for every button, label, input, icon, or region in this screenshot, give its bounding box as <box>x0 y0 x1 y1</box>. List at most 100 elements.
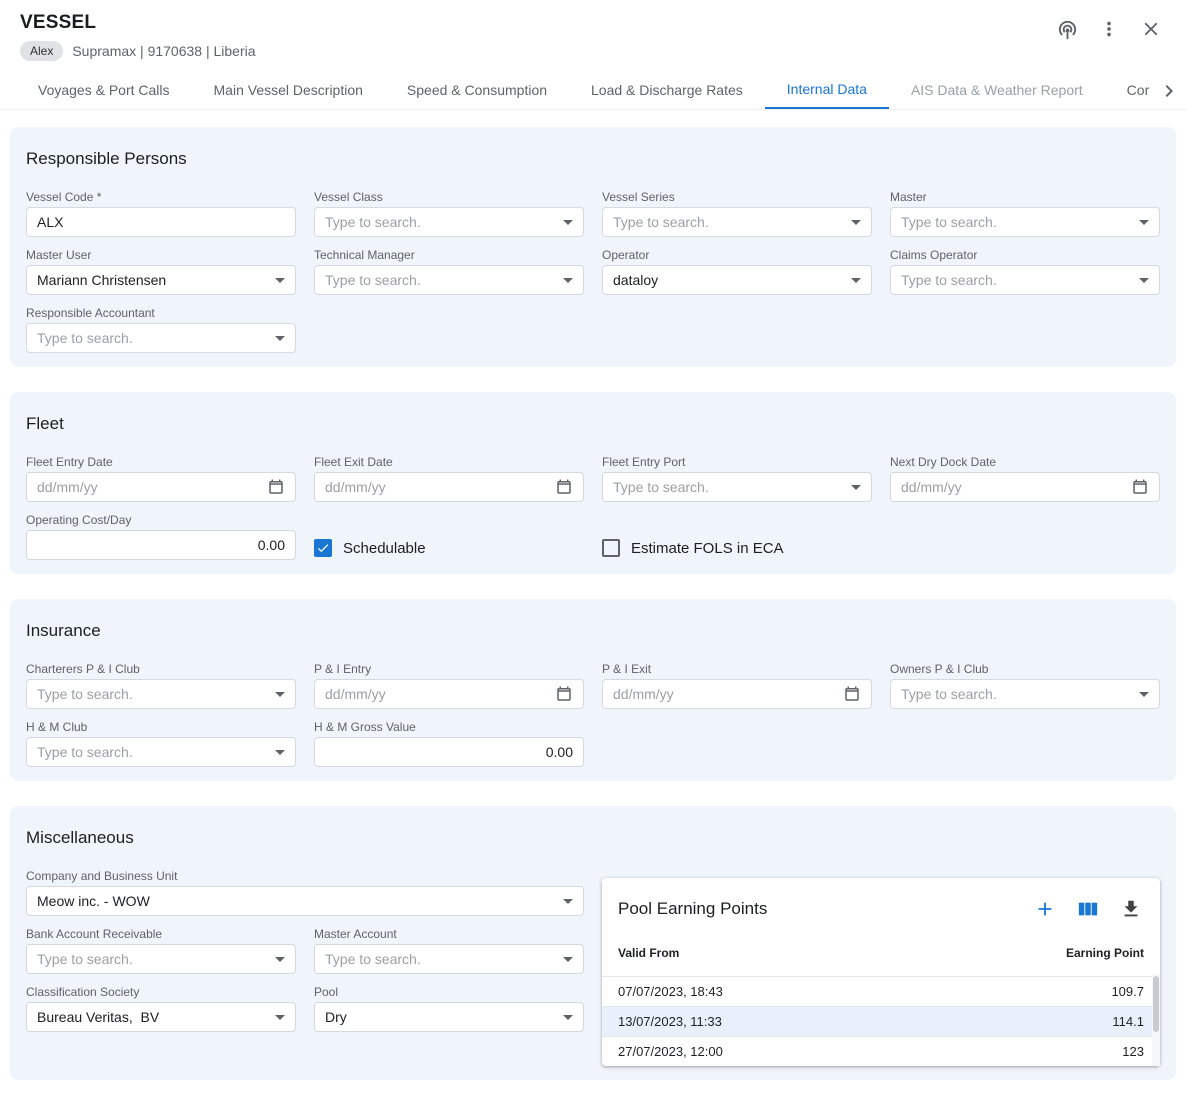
pool-select[interactable] <box>314 1002 584 1032</box>
company-business-unit-select[interactable] <box>26 886 584 916</box>
schedulable-checkbox[interactable]: Schedulable <box>314 536 584 560</box>
master-select[interactable] <box>890 207 1160 237</box>
fleet-exit-date-input[interactable] <box>325 479 547 495</box>
bank-account-receivable-select[interactable] <box>26 944 296 974</box>
next-dry-dock-date-input[interactable] <box>901 479 1123 495</box>
fleet-entry-port-select[interactable] <box>602 472 872 502</box>
responsible-accountant-field: Responsible Accountant <box>26 307 296 353</box>
table-row[interactable]: 07/07/2023, 18:43 109.7 <box>602 976 1160 1006</box>
fleet-entry-date-input[interactable] <box>37 479 259 495</box>
table-row[interactable]: 13/07/2023, 11:33 114.1 <box>602 1006 1160 1036</box>
valid-from-cell: 13/07/2023, 11:33 <box>618 1014 722 1029</box>
bank-account-receivable-input[interactable] <box>37 951 267 967</box>
pool-earning-points-header: Pool Earning Points <box>602 878 1160 936</box>
vessel-series-select[interactable] <box>602 207 872 237</box>
calendar-icon[interactable] <box>843 685 861 703</box>
responsible-accountant-input[interactable] <box>37 330 267 346</box>
fleet-entry-date-control[interactable] <box>26 472 296 502</box>
master-user-select[interactable] <box>26 265 296 295</box>
section-title: Fleet <box>26 414 1160 434</box>
calendar-icon[interactable] <box>267 478 285 496</box>
claims-operator-label: Claims Operator <box>890 249 1160 261</box>
kebab-menu-icon[interactable] <box>1096 16 1122 42</box>
section-miscellaneous: Miscellaneous Company and Business Unit … <box>10 806 1176 1080</box>
master-label: Master <box>890 191 1160 203</box>
hm-club-select[interactable] <box>26 737 296 767</box>
operator-select[interactable] <box>602 265 872 295</box>
classification-society-select[interactable] <box>26 1002 296 1032</box>
next-dry-dock-date-field: Next Dry Dock Date <box>890 456 1160 502</box>
tab-voyages-port-calls[interactable]: Voyages & Port Calls <box>16 71 192 109</box>
calendar-icon[interactable] <box>555 685 573 703</box>
charterers-pi-club-input[interactable] <box>37 686 267 702</box>
wifi-tethering-icon[interactable] <box>1054 16 1080 42</box>
hm-gross-value-control[interactable] <box>314 737 584 767</box>
pi-exit-control[interactable] <box>602 679 872 709</box>
operating-cost-day-input[interactable] <box>37 537 285 553</box>
tab-cor-truncated[interactable]: Cor <box>1105 71 1152 109</box>
vessel-class-select[interactable] <box>314 207 584 237</box>
hm-club-label: H & M Club <box>26 721 296 733</box>
calendar-icon[interactable] <box>1131 478 1149 496</box>
dropdown-arrow-icon <box>563 899 573 904</box>
vessel-class-input[interactable] <box>325 214 555 230</box>
pi-exit-input[interactable] <box>613 686 835 702</box>
technical-manager-input[interactable] <box>325 272 555 288</box>
vessel-series-input[interactable] <box>613 214 843 230</box>
charterers-pi-club-select[interactable] <box>26 679 296 709</box>
checkbox-icon[interactable] <box>314 539 332 557</box>
company-business-unit-input[interactable] <box>37 893 555 909</box>
owners-pi-club-input[interactable] <box>901 686 1131 702</box>
operating-cost-day-control[interactable] <box>26 530 296 560</box>
master-input[interactable] <box>901 214 1131 230</box>
fleet-exit-date-control[interactable] <box>314 472 584 502</box>
columns-icon[interactable] <box>1075 896 1101 922</box>
tab-load-discharge-rates[interactable]: Load & Discharge Rates <box>569 71 765 109</box>
vessel-code-input[interactable] <box>37 214 285 230</box>
responsible-accountant-select[interactable] <box>26 323 296 353</box>
scrollbar-thumb[interactable] <box>1153 976 1159 1032</box>
tab-speed-consumption[interactable]: Speed & Consumption <box>385 71 569 109</box>
column-header-earning-point[interactable]: Earning Point <box>1066 946 1144 960</box>
fleet-entry-port-input[interactable] <box>613 479 843 495</box>
calendar-icon[interactable] <box>555 478 573 496</box>
pool-field: Pool <box>314 986 584 1032</box>
download-icon[interactable] <box>1118 896 1144 922</box>
master-account-input[interactable] <box>325 951 555 967</box>
tab-main-vessel-description[interactable]: Main Vessel Description <box>192 71 385 109</box>
master-account-select[interactable] <box>314 944 584 974</box>
bank-account-receivable-label: Bank Account Receivable <box>26 928 296 940</box>
vessel-code-control[interactable] <box>26 207 296 237</box>
technical-manager-select[interactable] <box>314 265 584 295</box>
section-fleet: Fleet Fleet Entry Date Fleet Exit Date F… <box>10 392 1176 574</box>
tab-internal-data[interactable]: Internal Data <box>765 71 889 109</box>
close-icon[interactable] <box>1138 16 1164 42</box>
owners-pi-club-select[interactable] <box>890 679 1160 709</box>
claims-operator-select[interactable] <box>890 265 1160 295</box>
claims-operator-input[interactable] <box>901 272 1131 288</box>
header-actions <box>1054 16 1164 42</box>
master-user-input[interactable] <box>37 272 267 288</box>
vertical-scrollbar[interactable] <box>1152 974 1160 1066</box>
vessel-series-field: Vessel Series <box>602 191 872 237</box>
pi-entry-control[interactable] <box>314 679 584 709</box>
hm-club-input[interactable] <box>37 744 267 760</box>
pi-entry-input[interactable] <box>325 686 547 702</box>
pool-input[interactable] <box>325 1009 555 1025</box>
hm-gross-value-field: H & M Gross Value <box>314 721 584 767</box>
next-dry-dock-date-control[interactable] <box>890 472 1160 502</box>
operator-input[interactable] <box>613 272 843 288</box>
earning-point-cell: 114.1 <box>1112 1014 1144 1029</box>
page-title: VESSEL <box>20 12 1166 34</box>
vessel-class-label: Vessel Class <box>314 191 584 203</box>
hm-gross-value-input[interactable] <box>325 744 573 760</box>
table-row[interactable]: 27/07/2023, 12:00 123 <box>602 1036 1160 1066</box>
vessel-code-field: Vessel Code * <box>26 191 296 237</box>
chevron-right-icon[interactable] <box>1156 78 1182 104</box>
classification-society-input[interactable] <box>37 1009 267 1025</box>
add-icon[interactable] <box>1032 896 1058 922</box>
tab-ais-data-weather-report[interactable]: AIS Data & Weather Report <box>889 71 1105 109</box>
column-header-valid-from[interactable]: Valid From <box>618 946 679 960</box>
checkbox-icon[interactable] <box>602 539 620 557</box>
estimate-fols-in-eca-checkbox[interactable]: Estimate FOLS in ECA <box>602 536 872 560</box>
